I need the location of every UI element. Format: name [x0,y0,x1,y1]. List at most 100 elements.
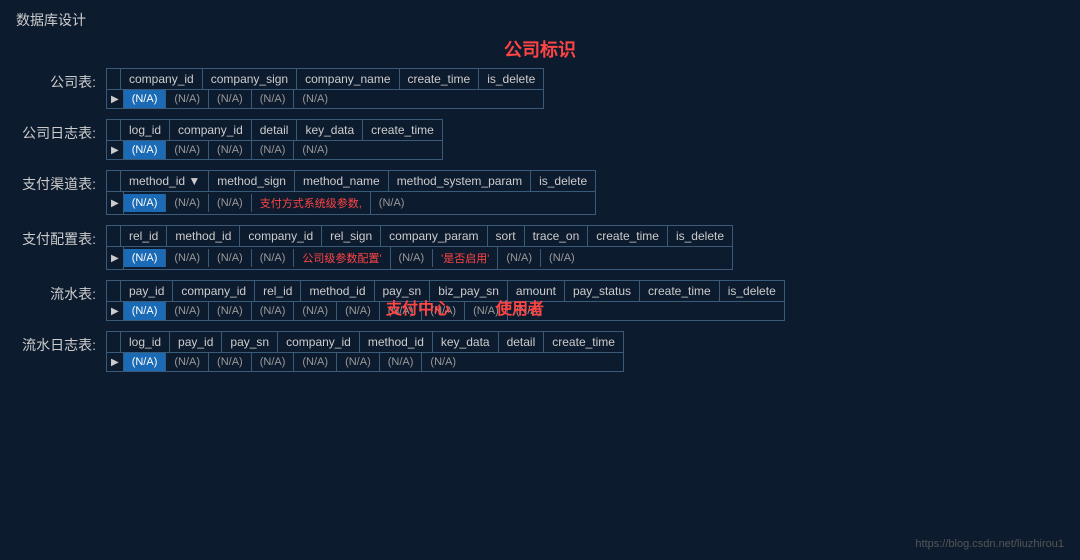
row-arrow: ▶ [107,90,124,108]
page-title: 数据库设计 [0,0,1080,36]
column-header: company_sign [203,69,297,89]
column-header: detail [499,332,545,352]
column-header: create_time [400,69,480,89]
column-header: log_id [121,332,170,352]
flow-overlay-label: 支付中心 [386,295,450,319]
cell-value: (N/A) [422,353,464,371]
column-header: company_id [121,69,203,89]
cell-value: '是否启用' [433,247,498,269]
column-header: rel_sign [322,226,381,246]
column-header: key_data [433,332,499,352]
column-header: key_data [297,120,363,140]
column-header: company_id [278,332,360,352]
column-header: rel_id [255,281,301,301]
cell-value: (N/A) [209,141,252,159]
cell-value: (N/A) [124,194,167,212]
column-header: trace_on [525,226,589,246]
table-row-wrapper: 公司表:company_idcompany_signcompany_namecr… [16,68,1064,109]
cell-value: (N/A) [371,194,413,212]
flow-overlay-label: 使用者 [496,295,544,319]
column-header: method_name [295,171,389,191]
table-label: 公司表: [16,68,106,92]
table-row-wrapper: 支付渠道表:method_id ▼method_signmethod_namem… [16,170,1064,215]
cell-value: (N/A) [166,90,209,108]
cell-value: (N/A) [391,249,434,267]
cell-value: (N/A) [294,90,336,108]
table-label: 流水表: [16,280,106,304]
cell-value: (N/A) [124,353,167,371]
content-area: 公司表:company_idcompany_signcompany_namecr… [0,68,1080,372]
db-table: method_id ▼method_signmethod_namemethod_… [106,170,596,215]
row-arrow: ▶ [107,302,124,320]
cell-value: (N/A) [209,249,252,267]
cell-value: (N/A) [209,302,252,320]
column-header: method_system_param [389,171,531,191]
column-header: rel_id [121,226,167,246]
column-header: log_id [121,120,170,140]
cell-value: (N/A) [294,141,336,159]
db-table: log_idcompany_iddetailkey_datacreate_tim… [106,119,443,160]
column-header: is_delete [720,281,784,301]
table-row-wrapper: 流水表:pay_idcompany_idrel_idmethod_idpay_s… [16,280,1064,321]
cell-value: 公司级参数配置' [294,247,390,269]
row-arrow: ▶ [107,141,124,159]
cell-value: (N/A) [252,249,295,267]
table-row-wrapper: 支付配置表:rel_idmethod_idcompany_idrel_signc… [16,225,1064,270]
table-label: 支付渠道表: [16,170,106,194]
column-header: create_time [363,120,442,140]
cell-value: (N/A) [252,141,295,159]
cell-value: 支付方式系统级参数, [252,192,371,214]
cell-value: (N/A) [498,249,541,267]
cell-value: (N/A) [252,353,295,371]
table-label: 公司日志表: [16,119,106,143]
db-table: pay_idcompany_idrel_idmethod_idpay_snbiz… [106,280,785,321]
cell-value: (N/A) [541,249,583,267]
column-header: method_id [167,226,240,246]
column-header: method_id ▼ [121,171,209,191]
cell-value: (N/A) [166,302,209,320]
column-header: is_delete [668,226,732,246]
column-header: sort [488,226,525,246]
cell-value: (N/A) [337,353,380,371]
table-row-wrapper: 公司日志表:log_idcompany_iddetailkey_datacrea… [16,119,1064,160]
column-header: create_time [640,281,720,301]
cell-value: (N/A) [124,249,167,267]
column-header: company_name [297,69,399,89]
row-arrow: ▶ [107,353,124,371]
column-header: company_id [240,226,322,246]
cell-value: (N/A) [166,353,209,371]
cell-value: (N/A) [380,353,423,371]
cell-value: (N/A) [294,353,337,371]
column-header: method_id [301,281,374,301]
column-header: pay_sn [222,332,278,352]
column-header: company_param [381,226,487,246]
cell-value: (N/A) [252,302,295,320]
watermark: https://blog.csdn.net/liuzhirou1 [915,538,1064,550]
column-header: is_delete [531,171,595,191]
row-arrow: ▶ [107,247,124,269]
column-header: method_id [360,332,433,352]
db-table: company_idcompany_signcompany_namecreate… [106,68,544,109]
cell-value: (N/A) [124,90,167,108]
column-header: pay_id [121,281,173,301]
table-label: 流水日志表: [16,331,106,355]
cell-value: (N/A) [166,141,209,159]
column-header: is_delete [479,69,543,89]
column-header: method_sign [209,171,295,191]
column-header: company_id [173,281,255,301]
cell-value: (N/A) [209,353,252,371]
column-header: detail [252,120,298,140]
row-arrow: ▶ [107,192,124,214]
center-label: 公司标识 [0,36,1080,62]
cell-value: (N/A) [252,90,295,108]
table-label: 支付配置表: [16,225,106,249]
cell-value: (N/A) [294,302,337,320]
cell-value: (N/A) [337,302,380,320]
column-header: create_time [544,332,623,352]
cell-value: (N/A) [124,302,167,320]
db-table: log_idpay_idpay_sncompany_idmethod_idkey… [106,331,624,372]
column-header: pay_id [170,332,222,352]
cell-value: (N/A) [209,90,252,108]
column-header: pay_status [565,281,640,301]
db-table: rel_idmethod_idcompany_idrel_signcompany… [106,225,733,270]
